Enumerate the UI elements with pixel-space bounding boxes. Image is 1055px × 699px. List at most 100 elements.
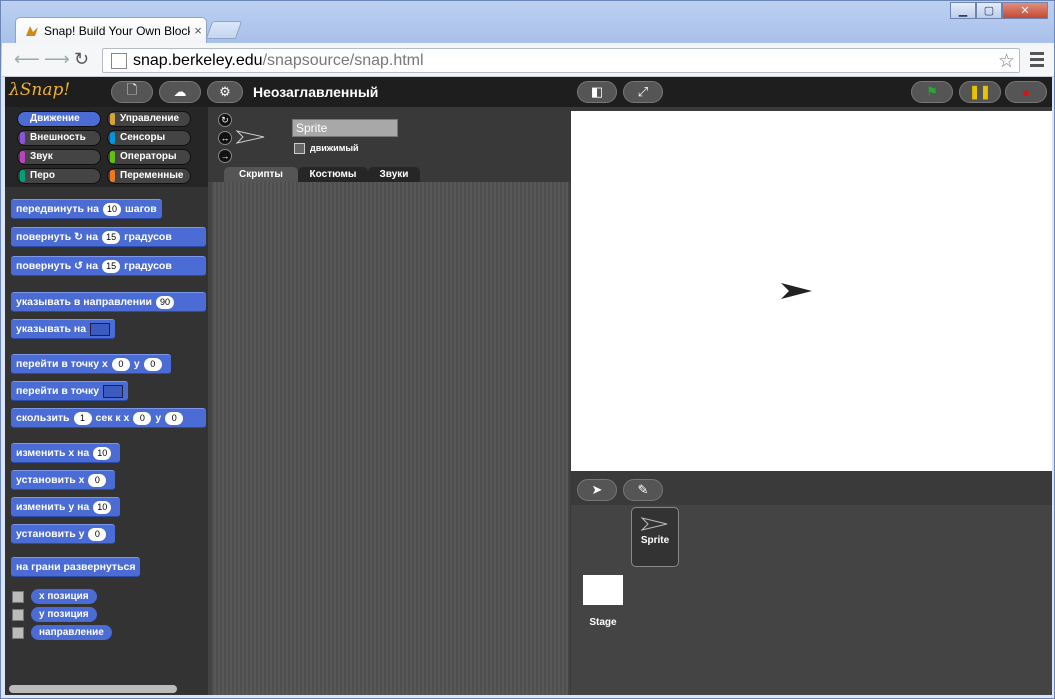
block-goto[interactable]: перейти в точку [11,381,129,401]
stage-thumbnail [583,575,623,605]
snap-app: λSnap! 🗋 ☁ ⚙ Неозаглавленный ◧ ⤢ ⚑ ❚❚ ● … [5,77,1052,695]
stage[interactable] [571,111,1052,471]
new-tab-button[interactable] [205,21,243,39]
sprite-icon-sprite[interactable]: Sprite [631,507,679,567]
block-point-direction[interactable]: указывать в направлении 90 [11,292,206,312]
sprite-arrow-icon[interactable] [781,281,813,301]
block-move[interactable]: передвинуть на 10 шагов [11,199,162,219]
category-sound[interactable]: Звук [17,149,101,165]
pause-button[interactable]: ❚❚ [959,81,1001,103]
sprite-bar: ↻ ↔ → Sprite движимый Скрипты Костюмы Зв… [208,107,570,182]
bookmark-star-icon[interactable]: ☆ [998,50,1015,73]
category-selector: Движение Управление Внешность Сенсоры Зв… [5,107,208,187]
palette-scrollbar[interactable] [9,685,177,693]
draggable-option[interactable]: движимый [294,143,359,155]
maximize-icon[interactable]: ▢ [976,2,1002,19]
stage-icon[interactable]: Stage [579,575,627,631]
block-change-x[interactable]: изменить x на 10 [11,443,121,463]
paint-sprite-button[interactable]: ✎ [623,479,663,501]
file-icon: 🗋 [126,82,138,97]
stop-button[interactable]: ● [1005,81,1047,103]
block-bounce[interactable]: на грани развернуться [11,557,141,577]
tab-sounds[interactable]: Звуки [368,167,420,182]
block-point-towards[interactable]: указывать на [11,319,116,339]
sprite-thumbnail-icon [640,517,668,531]
browser-menu-icon[interactable] [1030,52,1044,70]
block-change-y[interactable]: изменить y на 10 [11,497,121,517]
green-flag-button[interactable]: ⚑ [911,81,953,103]
scripts-area[interactable] [212,182,568,695]
clockwise-icon: ↻ [74,231,83,243]
minimize-icon[interactable]: ▁ [950,2,976,19]
rotation-none-icon[interactable]: → [218,149,232,163]
sprite-corral: ➤ ✎ Sprite Stage [571,471,1052,695]
brush-icon: ✎ [637,482,649,497]
sprite-thumbnail-icon [236,130,265,144]
expand-icon: ⤢ [637,84,649,99]
green-flag-icon: ⚑ [926,84,938,99]
stage-label: Stage [589,617,617,628]
fullscreen-button[interactable]: ⤢ [623,81,663,103]
tab-close-icon[interactable]: × [190,23,206,38]
url-path: /snapsource/snap.html [262,51,424,69]
reporter-x-position[interactable]: x позиция [31,589,97,604]
rotation-any-icon[interactable]: ↻ [218,113,232,127]
tab-costumes[interactable]: Костюмы [298,167,368,182]
snap-favicon-icon [26,25,38,36]
settings-button[interactable]: ⚙ [207,81,243,103]
project-menu-button[interactable]: 🗋 [111,81,153,103]
stop-icon: ● [1022,84,1030,100]
block-set-y[interactable]: установить y0 [11,524,116,544]
reload-icon[interactable]: ↻ [74,50,89,68]
address-bar[interactable]: snap.berkeley.edu/snapsource/snap.html ☆ [102,48,1020,73]
block-glide[interactable]: скользить 1 сек к x0y0 [11,408,206,428]
cloud-icon: ☁ [173,84,187,99]
sprite-name-input[interactable]: Sprite [292,119,398,137]
block-turn-ccw[interactable]: повернуть ↺ на 15 градусов [11,256,206,276]
category-looks[interactable]: Внешность [17,130,101,146]
category-operators[interactable]: Операторы [107,149,191,165]
window-controls: ▁ ▢ ✕ [950,2,1048,19]
cloud-button[interactable]: ☁ [159,81,201,103]
category-variables[interactable]: Переменные [107,168,191,184]
browser-toolbar: ⟵ ⟶ ↻ snap.berkeley.edu/snapsource/snap.… [2,43,1054,77]
url-host: snap.berkeley.edu [133,51,263,69]
browser-tab[interactable]: Snap! Build Your Own Blocks × [15,17,207,43]
block-set-x[interactable]: установить x0 [11,470,116,490]
block-palette: Движение Управление Внешность Сенсоры Зв… [5,107,208,695]
back-icon[interactable]: ⟵ [14,50,40,68]
close-window-icon[interactable]: ✕ [1002,2,1048,19]
snap-top-bar: λSnap! 🗋 ☁ ⚙ Неозаглавленный ◧ ⤢ ⚑ ❚❚ ● [5,77,1052,107]
draggable-checkbox[interactable] [294,143,305,155]
page-icon [111,52,127,69]
pause-icon: ❚❚ [969,84,991,99]
block-goto-xy[interactable]: перейти в точку x0y0 [11,354,171,374]
tab-scripts[interactable]: Скрипты [224,167,298,182]
watcher-checkbox-direction[interactable] [12,627,24,639]
browser-window: Snap! Build Your Own Blocks × ▁ ▢ ✕ ⟵ ⟶ … [0,0,1055,699]
category-motion[interactable]: Движение [17,111,101,127]
gear-icon: ⚙ [219,84,231,99]
category-control[interactable]: Управление [107,111,191,127]
watcher-checkbox-y[interactable] [12,609,24,621]
corral-bar: ➤ ✎ [571,471,1052,505]
normal-stage-icon: ◧ [590,84,604,99]
category-sensing[interactable]: Сенсоры [107,130,191,146]
rotation-leftright-icon[interactable]: ↔ [218,131,232,145]
turtle-icon: ➤ [591,482,603,497]
block-turn-cw[interactable]: повернуть ↻ на 15 градусов [11,227,206,247]
project-title: Неозаглавленный [253,84,379,100]
forward-icon[interactable]: ⟶ [44,50,70,68]
stage-size-button[interactable]: ◧ [577,81,617,103]
category-pen[interactable]: Перо [17,168,101,184]
watcher-checkbox-x[interactable] [12,591,24,603]
reporter-direction[interactable]: направление [31,625,112,640]
add-turtle-sprite-button[interactable]: ➤ [577,479,617,501]
sprite-label: Sprite [640,535,670,546]
dropdown-icon [90,322,111,336]
sprite-editor: ↻ ↔ → Sprite движимый Скрипты Костюмы Зв… [208,107,570,695]
reporter-y-position[interactable]: y позиция [31,607,97,622]
snap-logo[interactable]: λSnap! [9,80,70,100]
tab-title: Snap! Build Your Own Blocks [44,23,190,38]
dropdown-icon [103,384,124,398]
